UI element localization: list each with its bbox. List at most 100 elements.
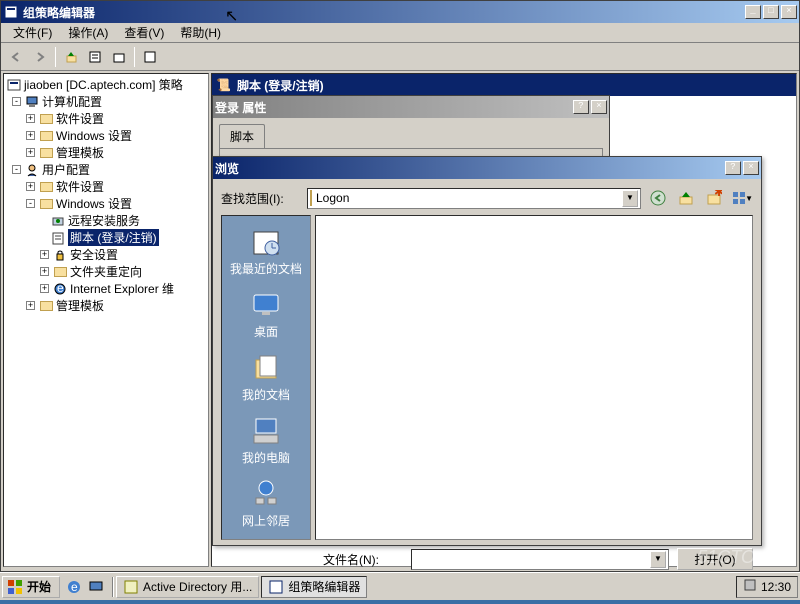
maximize-button[interactable]: □ <box>763 5 779 19</box>
help-button[interactable]: ? <box>573 100 589 114</box>
folder-icon <box>40 114 53 124</box>
quick-launch: e <box>64 577 106 597</box>
taskbar: 开始 e Active Directory 用... 组策略编辑器 12:30 <box>0 572 800 600</box>
policy-icon <box>6 78 22 92</box>
windows-logo-icon <box>7 579 23 595</box>
filename-input[interactable]: ▼ <box>411 549 669 570</box>
expand-icon[interactable]: + <box>40 267 49 276</box>
svg-text:e: e <box>57 282 64 295</box>
user-icon <box>24 163 40 177</box>
recent-icon <box>250 226 282 258</box>
tree-item[interactable]: -Windows 设置 <box>6 195 206 212</box>
place-network[interactable]: 网上邻居 <box>226 474 306 533</box>
menu-file[interactable]: 文件(F) <box>5 22 60 43</box>
main-title: 组策略编辑器 <box>23 4 743 21</box>
ie-shortcut[interactable]: e <box>64 577 84 597</box>
browse-dialog: 浏览 ? × 查找范围(I): Logon ▼ ✱ ▼ <box>212 156 762 546</box>
script-icon <box>50 231 66 245</box>
lookin-value: Logon <box>316 191 349 205</box>
tree-scripts-selected[interactable]: 脚本 (登录/注销) <box>6 229 206 246</box>
folder-icon <box>40 131 53 141</box>
tree-user-config[interactable]: -用户配置 <box>6 161 206 178</box>
ad-icon <box>123 579 139 595</box>
props-titlebar[interactable]: 登录 属性 ? × <box>213 96 609 118</box>
collapse-icon[interactable]: - <box>26 199 35 208</box>
tree-item[interactable]: +Windows 设置 <box>6 127 206 144</box>
menu-help[interactable]: 帮助(H) <box>172 22 229 43</box>
tree-panel[interactable]: jiaoben [DC.aptech.com] 策略 -计算机配置 +软件设置 … <box>3 73 209 567</box>
task-gpo-editor[interactable]: 组策略编辑器 <box>261 576 367 598</box>
tray-icon[interactable] <box>743 578 757 595</box>
file-list-area[interactable] <box>315 215 753 540</box>
folder-icon <box>40 199 53 209</box>
tree-item[interactable]: +软件设置 <box>6 110 206 127</box>
dropdown-icon[interactable]: ▼ <box>622 190 638 207</box>
close-button[interactable]: × <box>743 161 759 175</box>
tree-item[interactable]: 远程安装服务 <box>6 212 206 229</box>
main-titlebar[interactable]: 组策略编辑器 _ □ × <box>1 1 799 23</box>
tree-item[interactable]: +软件设置 <box>6 178 206 195</box>
lookin-combo[interactable]: Logon ▼ <box>307 188 641 209</box>
start-button[interactable]: 开始 <box>2 576 60 598</box>
expand-icon[interactable]: + <box>26 148 35 157</box>
forward-button[interactable] <box>29 46 51 68</box>
computer-icon <box>24 95 40 109</box>
collapse-icon[interactable]: - <box>12 165 21 174</box>
tab-scripts[interactable]: 脚本 <box>219 124 265 148</box>
folder-icon <box>54 267 67 277</box>
system-tray[interactable]: 12:30 <box>736 576 798 598</box>
task-ad-users[interactable]: Active Directory 用... <box>116 576 259 598</box>
place-mydocs[interactable]: 我的文档 <box>226 348 306 407</box>
up-button[interactable] <box>60 46 82 68</box>
filename-label: 文件名(N): <box>323 551 403 568</box>
open-button[interactable]: 打开(O) <box>677 548 753 570</box>
close-button[interactable]: × <box>591 100 607 114</box>
documents-icon <box>250 352 282 384</box>
place-desktop[interactable]: 桌面 <box>226 285 306 344</box>
expand-icon[interactable]: + <box>26 301 35 310</box>
desktop-shortcut[interactable] <box>86 577 106 597</box>
help-button[interactable]: ? <box>725 161 741 175</box>
folder-icon <box>40 182 53 192</box>
tree-item[interactable]: +管理模板 <box>6 144 206 161</box>
back-button[interactable] <box>5 46 27 68</box>
expand-icon[interactable]: + <box>26 131 35 140</box>
toolbar <box>1 43 799 71</box>
expand-icon[interactable]: + <box>26 182 35 191</box>
browse-titlebar[interactable]: 浏览 ? × <box>213 157 761 179</box>
svg-text:e: e <box>71 580 78 594</box>
script-icon: 📜 <box>216 78 231 92</box>
help-button[interactable] <box>139 46 161 68</box>
dropdown-icon[interactable]: ▼ <box>650 551 666 568</box>
views-button[interactable]: ▼ <box>731 187 753 209</box>
security-icon <box>52 248 68 262</box>
props-title: 登录 属性 <box>215 99 571 116</box>
back-nav-button[interactable] <box>647 187 669 209</box>
up-nav-button[interactable] <box>675 187 697 209</box>
folder-icon <box>310 191 312 205</box>
tree-computer-config[interactable]: -计算机配置 <box>6 93 206 110</box>
ie-icon: e <box>52 282 68 296</box>
place-mycomputer[interactable]: 我的电脑 <box>226 411 306 470</box>
menu-action[interactable]: 操作(A) <box>60 22 116 43</box>
tree-item[interactable]: +eInternet Explorer 维 <box>6 280 206 297</box>
place-recent[interactable]: 我最近的文档 <box>226 222 306 281</box>
menu-view[interactable]: 查看(V) <box>116 22 172 43</box>
new-folder-button[interactable]: ✱ <box>703 187 725 209</box>
clock[interactable]: 12:30 <box>761 580 791 594</box>
browse-title: 浏览 <box>215 160 723 177</box>
prop-button[interactable] <box>84 46 106 68</box>
close-button[interactable]: × <box>781 5 797 19</box>
tree-item[interactable]: +管理模板 <box>6 297 206 314</box>
export-button[interactable] <box>108 46 130 68</box>
network-icon <box>250 478 282 510</box>
tree-root[interactable]: jiaoben [DC.aptech.com] 策略 <box>6 76 206 93</box>
collapse-icon[interactable]: - <box>12 97 21 106</box>
expand-icon[interactable]: + <box>26 114 35 123</box>
expand-icon[interactable]: + <box>40 284 49 293</box>
tree-item[interactable]: +安全设置 <box>6 246 206 263</box>
folder-icon <box>40 301 53 311</box>
minimize-button[interactable]: _ <box>745 5 761 19</box>
tree-item[interactable]: +文件夹重定向 <box>6 263 206 280</box>
expand-icon[interactable]: + <box>40 250 49 259</box>
